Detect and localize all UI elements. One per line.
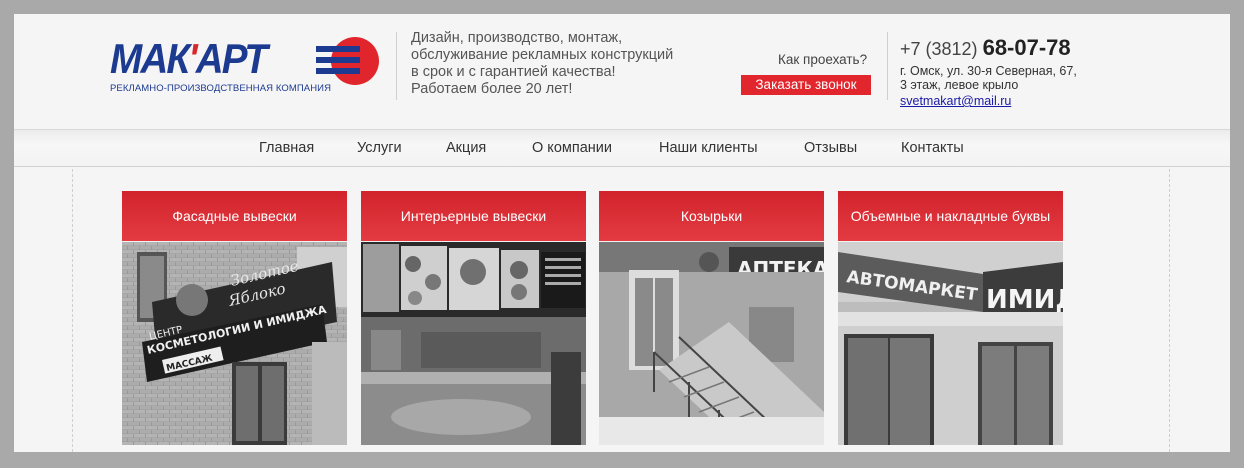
sign-text: ИМИД [986, 285, 1063, 315]
slogan-line: Работаем более 20 лет! [411, 81, 573, 97]
address-line: г. Омск, ул. 30-я Северная, 67, [900, 64, 1077, 78]
service-card-volumetric-letters[interactable]: Объемные и накладные буквы АВТОМАРКЕТ ИМ… [838, 191, 1063, 445]
canopy-photo: АПТЕКА [599, 242, 824, 445]
nav-item-clients[interactable]: Наши клиенты [659, 130, 758, 166]
phone[interactable]: +7 (3812) 68-07-78 [900, 36, 1220, 61]
nav-item-home[interactable]: Главная [259, 130, 314, 166]
logo-disc-icon [316, 37, 379, 85]
service-card-title: Интерьерные вывески [361, 191, 586, 242]
service-card-title: Объемные и накладные буквы [838, 191, 1063, 242]
order-call-button[interactable]: Заказать звонок [741, 75, 871, 95]
volumetric-letters-photo: АВТОМАРКЕТ ИМИД [838, 242, 1063, 445]
address-line: 3 этаж, левое крыло [900, 78, 1019, 92]
service-card-canopies[interactable]: Козырьки АПТЕКА [599, 191, 824, 445]
address: г. Омск, ул. 30-я Северная, 67, 3 этаж, … [900, 64, 1220, 92]
slogan-line: Дизайн, производство, монтаж, [411, 30, 623, 46]
slogan: Дизайн, производство, монтаж, обслуживан… [411, 30, 711, 98]
slogan-line: обслуживание рекламных конструкций [411, 47, 674, 63]
email-link[interactable]: svetmakart@mail.ru [900, 94, 1011, 108]
how-to-get-link[interactable]: Как проехать? [778, 52, 867, 67]
logo-link[interactable]: МАК'АРТ РЕКЛАМНО-ПРОИЗВОДСТВЕННАЯ КОМПАН… [110, 36, 390, 98]
logo-wordmark: МАК'АРТ [110, 35, 268, 82]
service-card-title: Козырьки [599, 191, 824, 242]
main-nav: Главная Услуги Акция О компании Наши кли… [14, 129, 1230, 167]
slogan-line: в срок и с гарантией качества! [411, 64, 616, 80]
header-divider [396, 32, 397, 100]
nav-item-services[interactable]: Услуги [357, 130, 402, 166]
service-card-facade-signs[interactable]: Фасадные вывески Золотое Яблоко ЦЕНТР КО… [122, 191, 347, 445]
service-card-title: Фасадные вывески [122, 191, 347, 242]
page: МАК'АРТ РЕКЛАМНО-ПРОИЗВОДСТВЕННАЯ КОМПАН… [14, 14, 1230, 452]
nav-item-contacts[interactable]: Контакты [901, 130, 964, 166]
nav-item-promo[interactable]: Акция [446, 130, 486, 166]
interior-sign-photo [361, 242, 586, 445]
contacts-block: +7 (3812) 68-07-78 г. Омск, ул. 30-я Сев… [900, 36, 1220, 110]
nav-item-reviews[interactable]: Отзывы [804, 130, 857, 166]
facade-sign-photo: Золотое Яблоко ЦЕНТР КОСМЕТОЛОГИИ И ИМИД… [122, 242, 347, 445]
nav-item-about[interactable]: О компании [532, 130, 612, 166]
header-divider [887, 32, 888, 100]
phone-number: 68-07-78 [982, 35, 1071, 60]
service-card-interior-signs[interactable]: Интерьерные вывески [361, 191, 586, 445]
phone-prefix: +7 (3812) [900, 39, 978, 59]
logo-subtitle: РЕКЛАМНО-ПРОИЗВОДСТВЕННАЯ КОМПАНИЯ [110, 83, 332, 94]
site-header: МАК'АРТ РЕКЛАМНО-ПРОИЗВОДСТВЕННАЯ КОМПАН… [14, 14, 1230, 128]
